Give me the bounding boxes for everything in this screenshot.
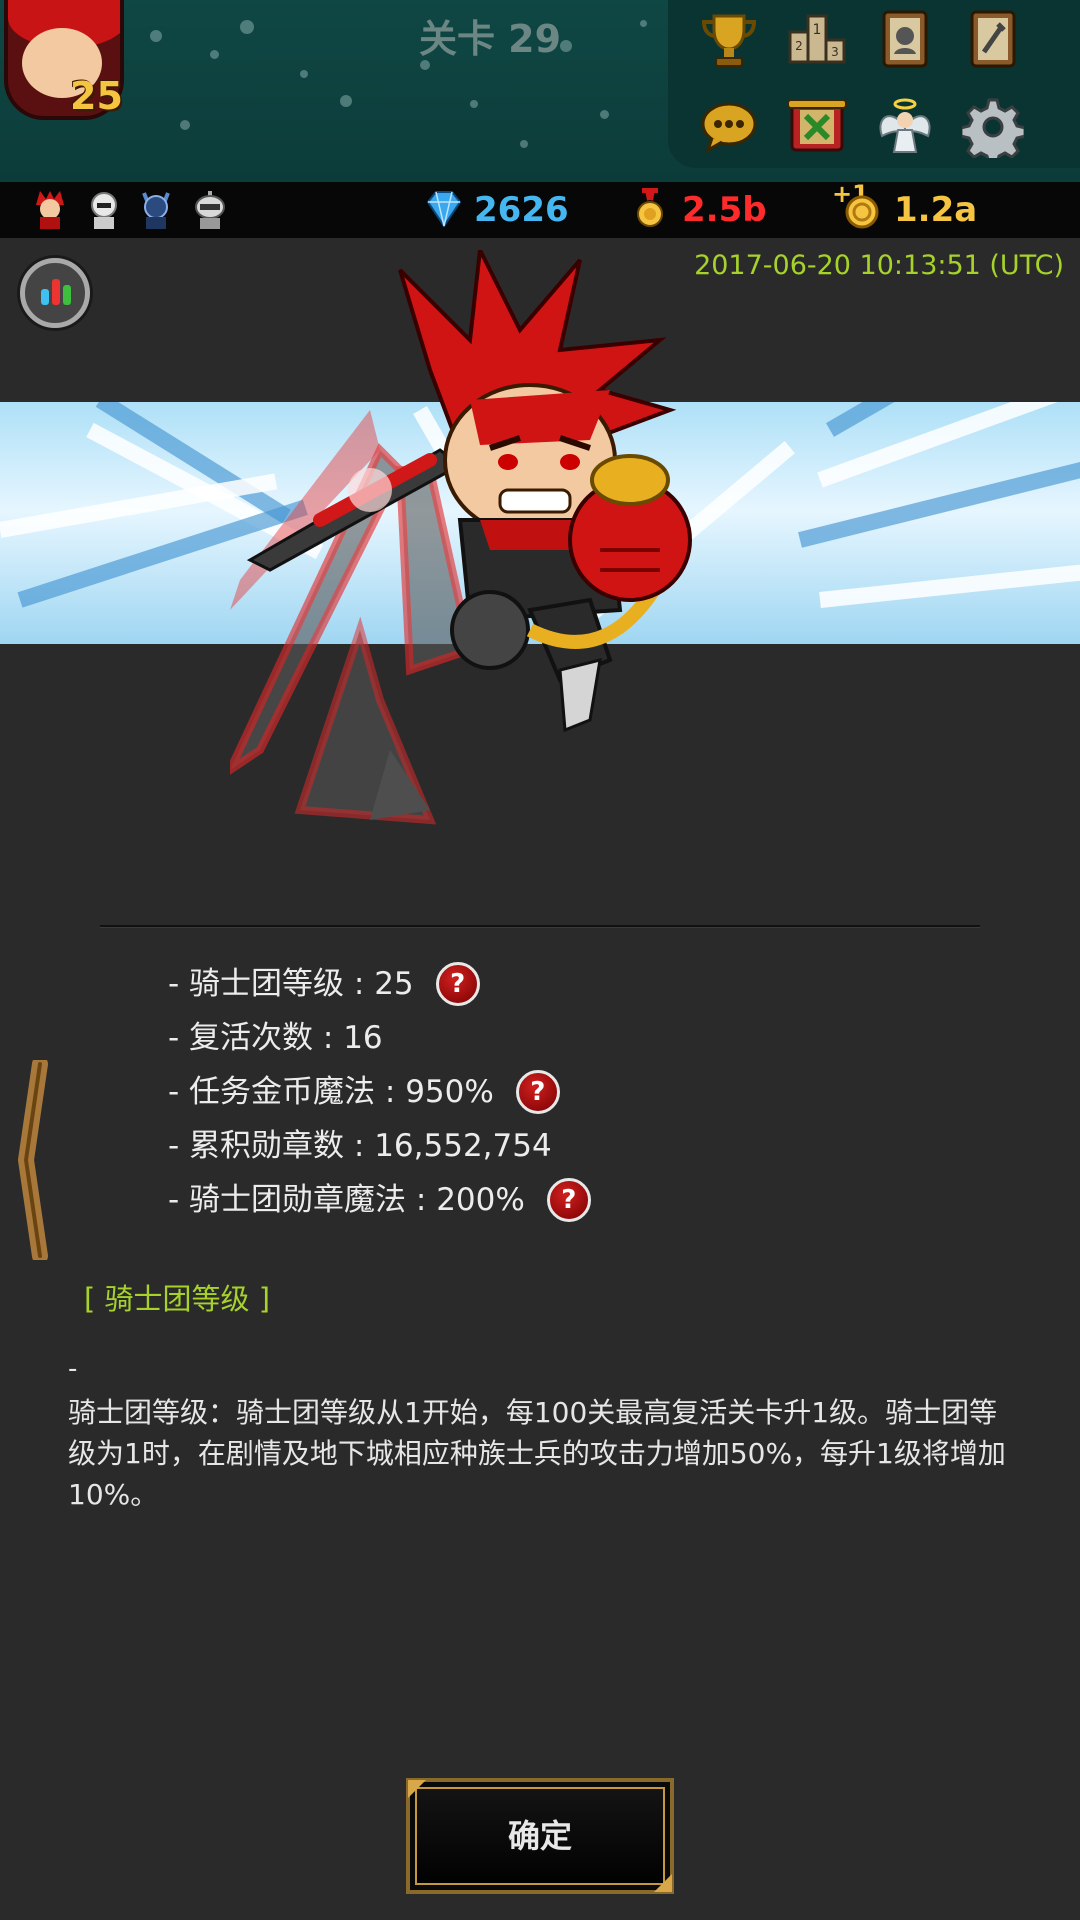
stat-knight-level: - 骑士团等级 : 25? <box>168 961 480 1006</box>
confirm-button-label: 确定 <box>507 1817 572 1855</box>
stat-knight-medal-magic-text: - 骑士团勋章魔法 : 200% <box>168 1182 525 1218</box>
stats-chart-button[interactable] <box>20 258 90 328</box>
stats-chart-icon <box>41 289 49 305</box>
description-text: 骑士团等级：骑士团等级从1开始，每100关最高复活关卡升1级。骑士团等级为1时，… <box>68 1396 1006 1511</box>
quest-gold-help-button[interactable]: ? <box>515 1069 560 1114</box>
player-level: 25 <box>70 74 123 118</box>
blue-knight-icon[interactable] <box>136 189 176 231</box>
gem-icon <box>426 191 462 228</box>
red-hero-icon[interactable] <box>30 189 70 231</box>
stage-title: 关卡 29 <box>418 17 562 61</box>
stat-total-medals-text: - 累积勋章数 : 16,552,754 <box>168 1128 552 1164</box>
hero-illustration <box>230 250 692 825</box>
svg-text:3: 3 <box>831 45 839 59</box>
quest-scroll-icon[interactable] <box>786 96 848 158</box>
stat-total-medals: - 累积勋章数 : 16,552,754 <box>168 1124 552 1168</box>
svg-text:2: 2 <box>795 39 803 53</box>
gold-coin-icon <box>845 195 879 229</box>
gear-icon[interactable] <box>962 96 1024 158</box>
top-header: 25 关卡 29 12 3 <box>0 0 1080 182</box>
angel-icon[interactable] <box>874 96 936 158</box>
confirm-button[interactable]: 确定 <box>406 1778 674 1894</box>
description-dash: - <box>68 1354 78 1384</box>
menu-panel: 12 3 <box>668 0 1080 168</box>
stat-quest-gold-magic-text: - 任务金币魔法 : 950% <box>168 1074 494 1110</box>
trophy-icon[interactable] <box>698 8 760 70</box>
section-title: [ 骑士团等级 ] <box>84 1282 271 1316</box>
podium-icon[interactable]: 12 3 <box>786 8 848 70</box>
stat-revive-count-text: - 复活次数 : 16 <box>168 1020 383 1056</box>
chat-icon[interactable] <box>698 96 760 158</box>
gem-count: 2626 <box>474 190 569 230</box>
stat-revive-count: - 复活次数 : 16 <box>168 1016 383 1060</box>
white-hero-icon[interactable] <box>84 189 124 231</box>
knight-medal-help-button[interactable]: ? <box>546 1177 591 1222</box>
side-scroll-handle[interactable] <box>18 1060 48 1260</box>
resource-bar: 2626 2.5b +1 1.2a <box>0 180 1080 238</box>
stat-knight-level-text: - 骑士团等级 : 25 <box>168 966 414 1002</box>
medal-icon <box>637 188 663 227</box>
skill-book-icon[interactable] <box>962 8 1024 70</box>
stat-knight-medal-magic: - 骑士团勋章魔法 : 200%? <box>168 1177 591 1222</box>
knight-level-help-button[interactable]: ? <box>435 961 480 1006</box>
stat-quest-gold-magic: - 任务金币魔法 : 950%? <box>168 1069 560 1114</box>
svg-text:1: 1 <box>813 22 822 38</box>
section-divider <box>100 925 980 927</box>
hero-book-icon[interactable] <box>874 8 936 70</box>
robot-hero-icon[interactable] <box>190 189 230 231</box>
medal-count: 2.5b <box>682 190 767 230</box>
gold-count: 1.2a <box>894 190 978 230</box>
